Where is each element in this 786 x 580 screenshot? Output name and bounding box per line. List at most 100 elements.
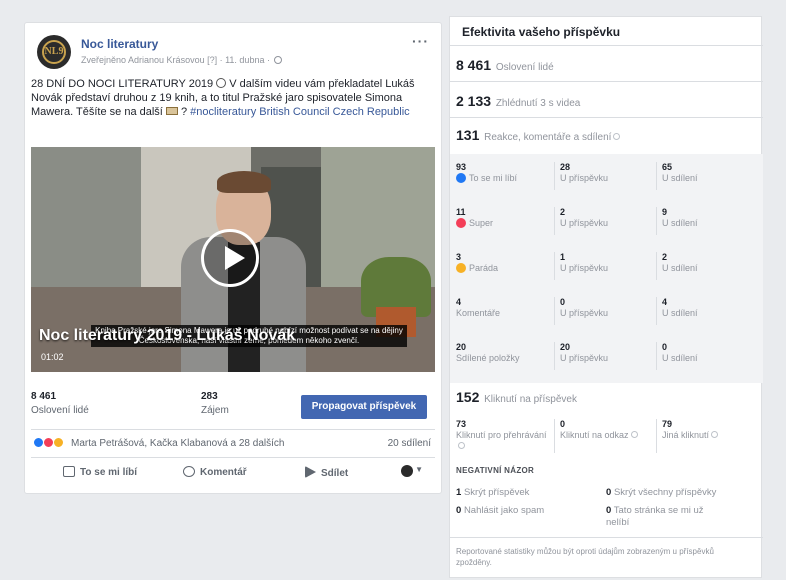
post-actions: To se mi líbí Komentář Sdílet ▼ xyxy=(31,457,435,487)
negative-value: 0 xyxy=(606,505,612,516)
play-clicks-label: Kliknutí pro přehrávání xyxy=(456,430,547,440)
row-on-shares: 4U sdílení xyxy=(662,297,698,319)
info-icon[interactable] xyxy=(630,431,638,438)
negative-label: Tato stránka se mi už nelíbí xyxy=(606,505,704,528)
post-meta: Zveřejněno Adrianou Krásovou [?] · 11. d… xyxy=(81,55,283,65)
on-shares-label: U sdílení xyxy=(662,173,698,183)
reactions-summary[interactable]: Marta Petrášová, Kačka Klabanová a 28 da… xyxy=(31,429,435,455)
on-shares-value: 2 xyxy=(662,252,668,262)
link-clicks-value: 0 xyxy=(560,419,566,429)
column-divider xyxy=(554,252,555,280)
on-shares-value: 4 xyxy=(662,297,668,307)
share-label: Sdílet xyxy=(321,468,349,479)
thumbs-up-icon xyxy=(63,466,75,477)
like-button[interactable]: To se mi líbí xyxy=(63,466,137,478)
reaction-row-shares: 20 Sdílené položky 20 U příspěvku 0U sdíle… xyxy=(456,342,756,382)
negative-spam: 0 Nahlásit jako spam xyxy=(456,505,544,517)
info-icon[interactable] xyxy=(458,442,465,449)
clicks-metric-value: 152 xyxy=(456,389,480,405)
column-divider xyxy=(554,207,555,235)
on-post-label: U příspěvku xyxy=(560,308,609,318)
views-metric-label: Zhlédnutí 3 s videa xyxy=(495,98,581,109)
video-person-hair xyxy=(217,171,271,193)
tagged-page-link[interactable]: British Council Czech Republic xyxy=(256,106,409,118)
column-divider xyxy=(656,342,657,370)
views-metric: 2 133 Zhlédnutí 3 s videa xyxy=(456,93,580,109)
avatar-text: NL9 xyxy=(44,46,64,57)
post-text: 28 DNÍ DO NOCI LITERATURY 2019 V dalším … xyxy=(31,77,435,119)
negative-value: 0 xyxy=(606,487,612,498)
on-shares-label: U sdílení xyxy=(662,353,698,363)
info-icon[interactable] xyxy=(711,431,719,438)
play-clicks: 73 Kliknutí pro přehrávání xyxy=(456,419,548,452)
clicks-metric: 152 Kliknutí na příspěvek xyxy=(456,389,577,405)
on-post-value: 2 xyxy=(560,207,566,217)
row-total-value: 3 xyxy=(456,252,462,262)
column-divider xyxy=(656,419,657,453)
on-post-value: 0 xyxy=(560,297,566,307)
column-divider xyxy=(554,342,555,370)
column-divider xyxy=(656,162,657,190)
on-shares-value: 65 xyxy=(662,162,673,172)
row-label: Komentáře xyxy=(456,308,501,318)
row-total-value: 93 xyxy=(456,162,467,172)
reactions-metric-value: 131 xyxy=(456,127,480,143)
on-post-value: 20 xyxy=(560,342,571,352)
row-total: 11 Super xyxy=(456,207,493,229)
negative-heading: NEGATIVNÍ NÁZOR xyxy=(456,466,535,475)
on-post-label: U příspěvku xyxy=(560,263,609,273)
wow-reaction-icon xyxy=(53,437,64,448)
divider xyxy=(450,45,763,46)
post-meta-text: Zveřejněno Adrianou Krásovou [?] · 11. d… xyxy=(81,55,270,65)
promote-post-button[interactable]: Propagovat příspěvek xyxy=(301,395,427,419)
page-name-link[interactable]: Noc literatury xyxy=(81,37,158,51)
share-button[interactable]: Sdílet xyxy=(305,466,348,479)
column-divider xyxy=(656,207,657,235)
post-stats: 8 461 Oslovení lidé 283 Zájem Propagovat… xyxy=(25,383,441,427)
comment-label: Komentář xyxy=(200,467,247,478)
video-title: Noc literatury 2019 - Lukáš Novák xyxy=(39,327,296,344)
comment-button[interactable]: Komentář xyxy=(183,466,247,478)
row-total: 4 Komentáře xyxy=(456,297,500,319)
engagement-value: 283 xyxy=(201,391,218,402)
reaction-row-comments: 4 Komentáře 0U příspěvku 4U sdílení xyxy=(456,297,756,337)
row-on-post: 1U příspěvku xyxy=(560,252,608,274)
page-avatar[interactable]: NL9 xyxy=(37,35,71,69)
row-total: 20 Sdílené položky xyxy=(456,342,520,364)
link-clicks: 0 Kliknutí na odkaz xyxy=(560,419,650,441)
reactors-names[interactable]: Marta Petrášová, Kačka Klabanová a 28 da… xyxy=(71,438,284,449)
hashtag-link[interactable]: #nocliteratury xyxy=(190,106,256,118)
column-divider xyxy=(656,252,657,280)
column-divider xyxy=(554,419,555,453)
negative-label: Skrýt všechny příspěvky xyxy=(613,487,717,498)
chevron-down-icon[interactable]: ▼ xyxy=(415,465,423,474)
views-metric-value: 2 133 xyxy=(456,93,492,109)
reach-metric-value: 8 461 xyxy=(456,57,492,73)
reach-label: Oslovení lidé xyxy=(31,405,89,416)
globe-icon xyxy=(274,56,283,64)
on-post-label: U příspěvku xyxy=(560,353,609,363)
love-icon xyxy=(456,218,466,228)
insights-panel: Efektivita vašeho příspěvku 8 461 Oslove… xyxy=(449,16,763,578)
engagement-stat: 283 Zájem xyxy=(201,391,229,416)
shares-count[interactable]: 20 sdílení xyxy=(388,438,431,449)
play-icon[interactable] xyxy=(201,229,259,287)
row-total-value: 20 xyxy=(456,342,467,352)
reach-metric-label: Oslovení lidé xyxy=(495,62,554,73)
row-on-post: 28 U příspěvku xyxy=(560,162,608,184)
negative-label: Skrýt příspěvek xyxy=(463,487,530,498)
column-divider xyxy=(554,297,555,325)
negative-value: 1 xyxy=(456,487,462,498)
post-text-headline: 28 DNÍ DO NOCI LITERATURY 2019 xyxy=(31,78,214,90)
negative-value: 0 xyxy=(456,505,462,516)
row-total-value: 4 xyxy=(456,297,462,307)
info-icon[interactable] xyxy=(613,133,621,140)
acting-as-avatar[interactable] xyxy=(401,465,413,477)
book-icon xyxy=(165,107,178,115)
negative-hide-all: 0 Skrýt všechny příspěvky xyxy=(606,487,716,499)
video-player[interactable]: Kniha Pražské jaro Simona Mawera je už p… xyxy=(31,147,435,372)
more-options-icon[interactable]: ··· xyxy=(412,33,429,49)
reactions-metric-label: Reakce, komentáře a sdílení xyxy=(484,132,612,143)
row-on-post: 0U příspěvku xyxy=(560,297,608,319)
row-on-post: 2U příspěvku xyxy=(560,207,608,229)
